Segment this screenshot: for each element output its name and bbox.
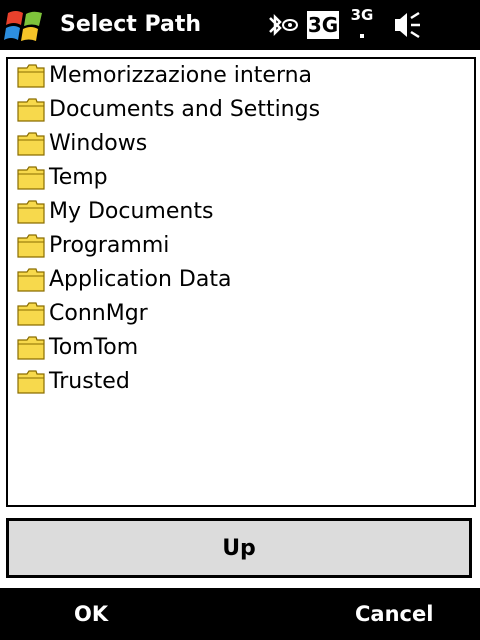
folder-icon [17, 166, 45, 190]
folder-label: Trusted [49, 369, 130, 394]
speaker-muted-icon[interactable] [390, 8, 424, 42]
folder-row[interactable]: Programmi [8, 229, 474, 263]
folder-icon [17, 336, 45, 360]
folder-label: Windows [49, 131, 148, 156]
folder-row[interactable]: Documents and Settings [8, 93, 474, 127]
folder-label: My Documents [49, 199, 214, 224]
folder-icon [17, 370, 45, 394]
folder-icon [17, 268, 45, 292]
folder-row[interactable]: Memorizzazione interna [8, 59, 474, 93]
folder-row[interactable]: ConnMgr [8, 297, 474, 331]
folder-icon [17, 132, 45, 156]
title-bar: Select Path 3G 3G [0, 0, 480, 50]
folder-row[interactable]: Trusted [8, 365, 474, 399]
folder-label: TomTom [49, 335, 139, 360]
folder-icon [17, 64, 45, 88]
folder-icon [17, 98, 45, 122]
folder-list-panel[interactable]: Memorizzazione interna Documents and Sett… [6, 57, 476, 507]
network-type-small-label: 3G [350, 6, 374, 24]
folder-row[interactable]: TomTom [8, 331, 474, 365]
folder-label: ConnMgr [49, 301, 148, 326]
folder-label: Application Data [49, 267, 232, 292]
folder-icon [17, 234, 45, 258]
folder-icon [17, 302, 45, 326]
folder-row[interactable]: Application Data [8, 263, 474, 297]
network-type-label: 3G [307, 13, 339, 37]
softkey-bar: OK Cancel [0, 588, 480, 640]
folder-row[interactable]: Temp [8, 161, 474, 195]
folder-list: Memorizzazione interna Documents and Sett… [8, 59, 474, 399]
windows-start-icon[interactable] [4, 5, 46, 47]
folder-label: Temp [49, 165, 108, 190]
3g-icon[interactable]: 3G [307, 11, 339, 39]
folder-label: Programmi [49, 233, 170, 258]
up-button-label: Up [222, 535, 256, 561]
up-button[interactable]: Up [6, 518, 472, 578]
signal-dot [360, 34, 364, 38]
ok-softkey[interactable]: OK [74, 588, 108, 640]
folder-row[interactable]: Windows [8, 127, 474, 161]
3g-small-icon[interactable]: 3G [347, 6, 377, 42]
folder-label: Memorizzazione interna [49, 63, 313, 88]
bluetooth-icon[interactable] [264, 8, 298, 42]
folder-icon [17, 200, 45, 224]
cancel-softkey[interactable]: Cancel [355, 588, 433, 640]
window-title: Select Path [60, 12, 202, 37]
folder-row[interactable]: My Documents [8, 195, 474, 229]
folder-label: Documents and Settings [49, 97, 321, 122]
